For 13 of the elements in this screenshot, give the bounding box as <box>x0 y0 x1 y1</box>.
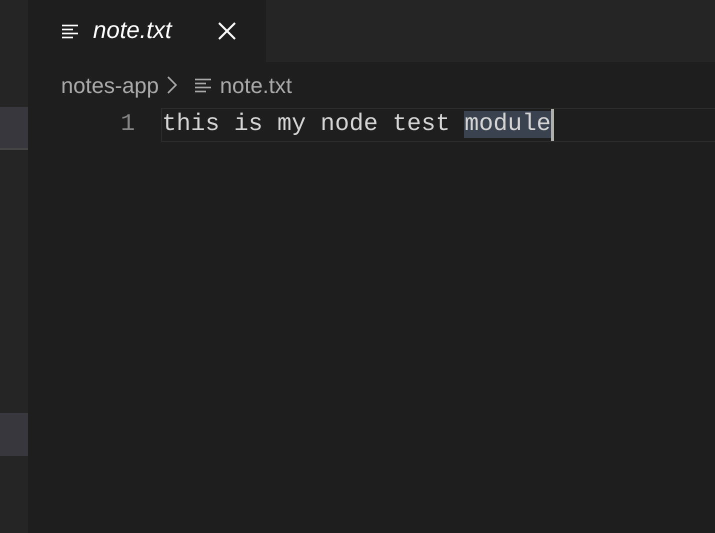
chevron-right-icon <box>166 76 177 94</box>
line-number: 1 <box>120 110 136 140</box>
selected-text: module <box>464 111 551 138</box>
tab-label: note.txt <box>93 16 172 46</box>
sidebar-row-highlight <box>0 413 28 456</box>
sidebar-row-highlight <box>0 107 28 150</box>
file-lines-icon <box>194 78 212 92</box>
close-icon[interactable] <box>218 22 236 40</box>
breadcrumb-item[interactable]: notes-app <box>61 68 159 102</box>
editor-tab[interactable]: note.txt <box>28 0 266 62</box>
code-text: this is my node test <box>162 111 452 138</box>
file-lines-icon <box>62 24 79 38</box>
breadcrumb-item[interactable]: note.txt <box>220 68 292 102</box>
